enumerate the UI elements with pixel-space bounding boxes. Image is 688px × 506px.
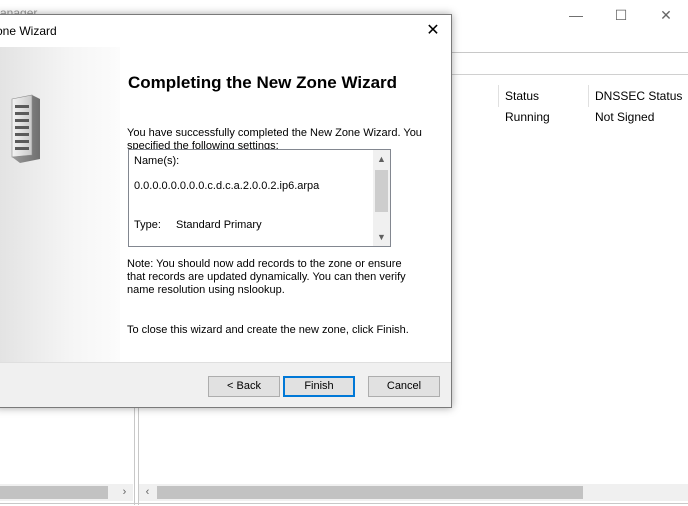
dialog-title: one Wizard bbox=[0, 24, 57, 38]
list-horizontal-scrollbar[interactable]: ‹ bbox=[139, 484, 688, 501]
names-label: Name(s): bbox=[134, 155, 180, 167]
status-divider bbox=[0, 503, 688, 504]
finish-button[interactable]: Finish bbox=[283, 376, 355, 397]
type-label: Type: bbox=[134, 219, 161, 231]
zone-dnssec-status-cell: Not Signed bbox=[595, 110, 655, 124]
scroll-up-arrow-icon[interactable]: ▲ bbox=[373, 152, 390, 166]
maximize-icon: ☐ bbox=[614, 6, 628, 23]
column-separator bbox=[498, 85, 499, 107]
back-button[interactable]: < Back bbox=[208, 376, 280, 397]
wizard-side-banner bbox=[0, 47, 120, 362]
dialog-button-separator bbox=[0, 362, 451, 363]
tree-horizontal-scrollbar[interactable]: › bbox=[0, 484, 133, 501]
zone-status-cell: Running bbox=[505, 110, 550, 124]
minimize-icon: — bbox=[569, 7, 583, 23]
scrollbar-thumb[interactable] bbox=[375, 170, 388, 212]
column-header-status[interactable]: Status bbox=[505, 85, 539, 107]
new-zone-wizard-dialog: one Wizard ✕ Completing the New Zone Wiz… bbox=[0, 14, 452, 408]
server-icon bbox=[11, 94, 40, 163]
wizard-page: Completing the New Zone Wizard You have … bbox=[0, 47, 451, 362]
scrollbar-thumb[interactable] bbox=[0, 486, 108, 499]
settings-vertical-scrollbar[interactable]: ▲ ▼ bbox=[373, 150, 390, 246]
scrollbar-thumb[interactable] bbox=[157, 486, 583, 499]
cancel-button[interactable]: Cancel bbox=[368, 376, 440, 397]
wizard-heading: Completing the New Zone Wizard bbox=[128, 73, 398, 92]
close-icon: ✕ bbox=[660, 6, 672, 23]
scroll-right-arrow-icon[interactable]: › bbox=[116, 484, 133, 501]
dialog-titlebar[interactable]: one Wizard ✕ bbox=[0, 15, 451, 47]
close-icon: ✕ bbox=[426, 22, 440, 39]
column-separator bbox=[588, 85, 589, 107]
maximize-button[interactable]: ☐ bbox=[598, 2, 644, 28]
scroll-left-arrow-icon[interactable]: ‹ bbox=[139, 484, 156, 501]
type-value: Standard Primary bbox=[176, 219, 262, 231]
column-header-dnssec-status[interactable]: DNSSEC Status bbox=[595, 85, 682, 107]
minimize-button[interactable]: — bbox=[553, 2, 599, 28]
zone-name-value: 0.0.0.0.0.0.0.0.c.d.c.a.2.0.0.2.ip6.arpa bbox=[134, 180, 320, 192]
close-window-button[interactable]: ✕ bbox=[643, 2, 688, 28]
settings-summary-box[interactable]: Name(s): 0.0.0.0.0.0.0.0.c.d.c.a.2.0.0.2… bbox=[128, 149, 391, 247]
dialog-close-button[interactable]: ✕ bbox=[415, 15, 451, 47]
scroll-down-arrow-icon[interactable]: ▼ bbox=[373, 230, 390, 244]
wizard-close-instruction: To close this wizard and create the new … bbox=[127, 324, 409, 336]
wizard-note-text: Note: You should now add records to the … bbox=[127, 258, 406, 296]
